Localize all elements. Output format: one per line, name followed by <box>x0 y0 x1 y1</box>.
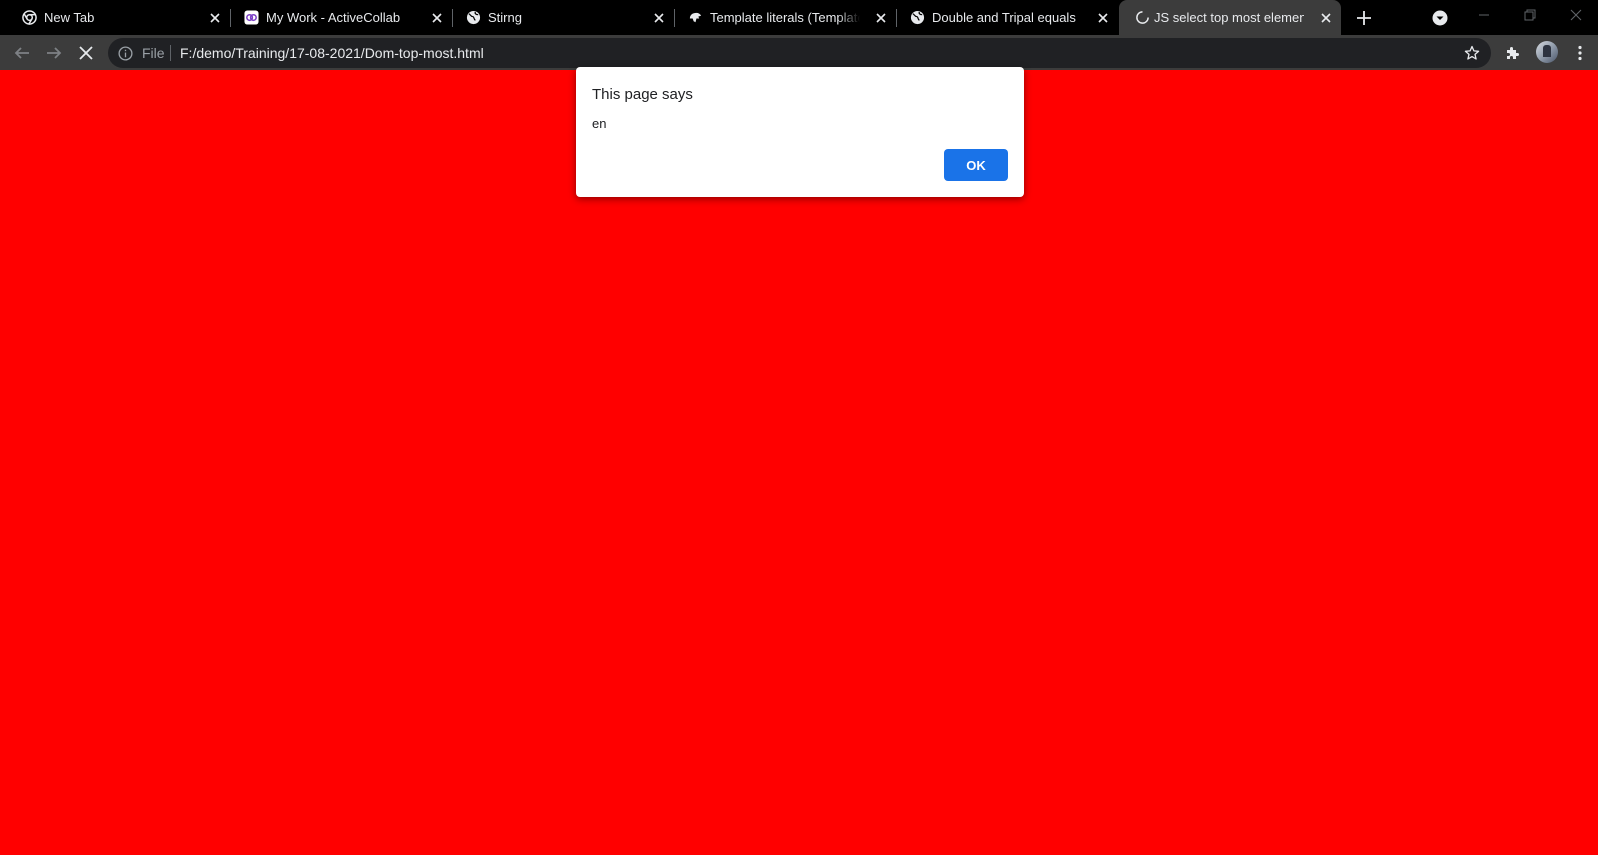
chrome-icon <box>22 10 37 25</box>
tab-title: New Tab <box>44 10 95 25</box>
dialog-title: This page says <box>592 86 693 103</box>
browser-window: New Tab My Work - ActiveCollab Stirng Te… <box>0 0 1598 855</box>
close-icon[interactable] <box>430 11 443 24</box>
back-icon[interactable] <box>10 41 34 65</box>
tab-title: Stirng <box>488 10 522 25</box>
close-icon[interactable] <box>208 11 221 24</box>
tab-stirng[interactable]: Stirng <box>444 0 675 35</box>
address-bar[interactable]: File F:/demo/Training/17-08-2021/Dom-top… <box>108 38 1491 68</box>
globe-icon <box>910 10 925 25</box>
star-icon[interactable] <box>1463 44 1481 62</box>
tab-new-tab[interactable]: New Tab <box>0 0 231 35</box>
tab-strip: New Tab My Work - ActiveCollab Stirng Te… <box>0 0 1598 35</box>
alert-dialog: This page says en OK <box>576 67 1024 197</box>
maximize-icon[interactable] <box>1518 4 1542 26</box>
tab-template-literals[interactable]: Template literals (Template strings) <box>666 0 897 35</box>
globe-icon <box>466 10 481 25</box>
window-close-icon[interactable] <box>1564 4 1588 26</box>
new-tab-icon[interactable] <box>1354 8 1374 28</box>
forward-icon[interactable] <box>42 41 66 65</box>
tab-double-tripal-equals[interactable]: Double and Tripal equals <box>888 0 1119 35</box>
tab-activecollab[interactable]: My Work - ActiveCollab <box>222 0 453 35</box>
activecollab-icon <box>244 10 259 25</box>
extensions-icon[interactable] <box>1501 41 1525 65</box>
tab-js-select-top-most[interactable]: JS select top most element <box>1119 0 1341 35</box>
url-text[interactable]: F:/demo/Training/17-08-2021/Dom-top-most… <box>180 45 484 61</box>
tab-title: JS select top most element <box>1154 10 1304 25</box>
dialog-message: en <box>592 116 607 131</box>
info-icon[interactable] <box>117 45 133 61</box>
stop-icon[interactable] <box>74 41 98 65</box>
tab-title: Template literals (Template strings) <box>710 10 860 25</box>
close-icon[interactable] <box>1319 11 1332 24</box>
close-icon[interactable] <box>1096 11 1109 24</box>
scheme-label: File <box>142 45 165 61</box>
close-icon[interactable] <box>652 11 665 24</box>
tab-title: Double and Tripal equals <box>932 10 1076 25</box>
mdn-dino-icon <box>688 10 703 25</box>
close-icon[interactable] <box>874 11 887 24</box>
avatar[interactable] <box>1536 41 1558 63</box>
tab-search-icon[interactable] <box>1430 8 1450 28</box>
toolbar: File F:/demo/Training/17-08-2021/Dom-top… <box>0 35 1598 70</box>
minimize-icon[interactable] <box>1472 4 1496 26</box>
menu-icon[interactable] <box>1568 41 1592 65</box>
ok-button[interactable]: OK <box>944 149 1008 181</box>
omnibox-divider <box>170 45 171 61</box>
tab-title: My Work - ActiveCollab <box>266 10 401 25</box>
loading-spinner-icon <box>1135 10 1150 25</box>
